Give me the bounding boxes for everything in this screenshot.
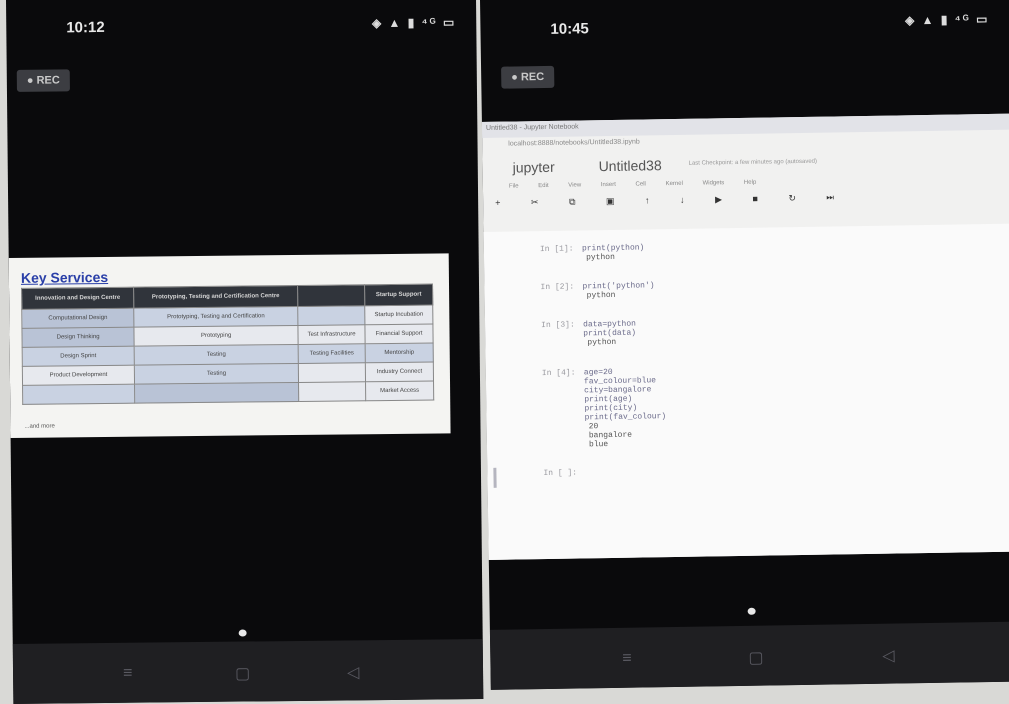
home-button[interactable]: ▢ — [235, 663, 250, 683]
table-cell: Industry Connect — [365, 362, 434, 382]
table-cell: Testing — [134, 344, 299, 366]
table-cell — [298, 381, 366, 402]
right-phone-screen: 10:45 ◈ ▲ ▮ ⁴ᴳ ▭ ● REC Untitled38 - Jupy… — [480, 0, 1009, 690]
run-icon[interactable]: ▶ — [715, 194, 736, 204]
table-cell: Mentorship — [365, 343, 434, 363]
paste-icon[interactable]: ▣ — [606, 196, 629, 206]
table-cell: Testing — [134, 363, 299, 385]
column-header: Prototyping, Testing and Certification C… — [133, 285, 298, 309]
code-cell[interactable]: In [4]: age=20 fav_colour=blue city=banga… — [542, 367, 667, 450]
notebook-area: In [1]: print(python) python In [2]: print… — [480, 223, 1009, 560]
cell-prompt: In [ ]: — [543, 468, 578, 479]
cell-prompt: In [4]: — [541, 368, 576, 379]
code-cell[interactable]: In [3]: data=python print(data) python — [541, 320, 636, 348]
recent-apps-button[interactable]: ≡ — [622, 650, 632, 668]
status-bar: 10:12 ◈ ▲ ▮ ⁴ᴳ ▭ — [6, 9, 476, 44]
menu-kernel[interactable]: Kernel — [666, 181, 683, 187]
code-cell[interactable]: In [2]: print('python') python — [540, 281, 654, 301]
fast-forward-icon[interactable]: ⏭ — [826, 192, 848, 202]
cell-prompt: In [3]: — [541, 320, 575, 331]
rec-button[interactable]: ● REC — [16, 69, 70, 92]
column-header: Startup Support — [364, 284, 433, 306]
cell-code[interactable]: print('python') — [582, 281, 654, 291]
webpage: Key Services Innovation and Design Centr… — [8, 253, 451, 438]
cell-code[interactable]: age=20 fav_colour=blue city=bangalore pr… — [584, 367, 666, 422]
touch-indicator — [747, 607, 756, 615]
move-down-icon[interactable]: ↓ — [680, 195, 699, 205]
table-cell: Product Development — [22, 365, 135, 386]
back-button[interactable]: ◁ — [347, 662, 360, 682]
jupyter-window: Untitled38 - Jupyter Notebook localhost:… — [480, 113, 1009, 560]
move-up-icon[interactable]: ↑ — [645, 195, 664, 205]
status-icons: ◈ ▲ ▮ ⁴ᴳ ▭ — [371, 15, 457, 31]
cut-icon[interactable]: ✂ — [531, 197, 553, 207]
table-cell: Prototyping — [134, 325, 299, 347]
status-icons: ◈ ▲ ▮ ⁴ᴳ ▭ — [904, 12, 990, 28]
table-cell: Testing Facilities — [298, 343, 366, 364]
code-cell[interactable]: In [1]: print(python) python — [540, 243, 645, 263]
column-header: Innovation and Design Centre — [21, 287, 134, 310]
left-phone-screen: 10:12 ◈ ▲ ▮ ⁴ᴳ ▭ ● REC Key Services Inno… — [6, 0, 484, 704]
home-button[interactable]: ▢ — [748, 648, 763, 668]
services-table: Innovation and Design Centre Prototyping… — [21, 284, 434, 405]
table-cell — [22, 384, 135, 405]
active-cell-marker — [493, 467, 497, 488]
menu-help[interactable]: Help — [744, 180, 756, 186]
cell-prompt: In [1]: — [539, 244, 574, 255]
status-bar: 10:45 ◈ ▲ ▮ ⁴ᴳ ▭ — [480, 6, 1009, 44]
menu-file[interactable]: File — [509, 183, 519, 189]
cell-output: python — [585, 252, 615, 263]
cell-code[interactable]: data=python print(data) — [583, 320, 636, 339]
section-title[interactable]: Key Services — [21, 269, 108, 286]
nav-bar: ≡ ▢ ◁ — [489, 621, 1009, 690]
table-cell: Startup Incubation — [364, 305, 433, 325]
table-cell — [134, 382, 299, 404]
menu-edit[interactable]: Edit — [538, 183, 548, 189]
checkpoint-info: Last Checkpoint: a few minutes ago (auto… — [688, 158, 818, 167]
nav-bar: ≡ ▢ ◁ — [12, 639, 484, 704]
table-cell — [297, 305, 366, 326]
table-cell: Computational Design — [21, 308, 135, 329]
table-cell: Market Access — [365, 381, 434, 401]
recent-apps-button[interactable]: ≡ — [123, 665, 133, 683]
rec-button[interactable]: ● REC — [501, 65, 555, 89]
touch-indicator — [238, 629, 247, 637]
table-cell: Design Thinking — [21, 327, 135, 348]
code-cell[interactable]: In [ ]: — [543, 468, 585, 479]
table-cell — [298, 362, 366, 383]
status-time: 10:45 — [550, 20, 589, 38]
menu-insert[interactable]: Insert — [601, 182, 616, 188]
table-cell: Test Infrastructure — [297, 324, 366, 345]
cell-output: python — [586, 290, 616, 301]
table-cell: Prototyping, Testing and Certification — [133, 306, 298, 328]
cell-output: python — [587, 337, 617, 348]
add-cell-icon[interactable]: + — [495, 197, 514, 207]
notebook-title[interactable]: Untitled38 — [598, 157, 661, 174]
table-cell: Financial Support — [365, 324, 434, 344]
stop-icon[interactable]: ■ — [752, 193, 772, 203]
cell-code[interactable]: print(python) — [582, 243, 645, 253]
cell-output: 20 bangalore blue — [588, 422, 633, 450]
restart-icon[interactable]: ↻ — [788, 193, 810, 203]
menu-widgets[interactable]: Widgets — [703, 180, 725, 186]
copy-icon[interactable]: ⧉ — [569, 196, 590, 206]
table-cell: Design Sprint — [22, 346, 135, 367]
column-header — [297, 284, 365, 307]
status-time: 10:12 — [66, 18, 105, 37]
menu-cell[interactable]: Cell — [635, 181, 645, 187]
cell-prompt: In [2]: — [540, 282, 575, 293]
more-text: ...and more — [24, 423, 55, 430]
menu-view[interactable]: View — [568, 182, 581, 188]
back-button[interactable]: ◁ — [882, 646, 895, 666]
jupyter-logo[interactable]: jupyter — [513, 159, 555, 176]
table-row: Market Access — [22, 381, 434, 405]
